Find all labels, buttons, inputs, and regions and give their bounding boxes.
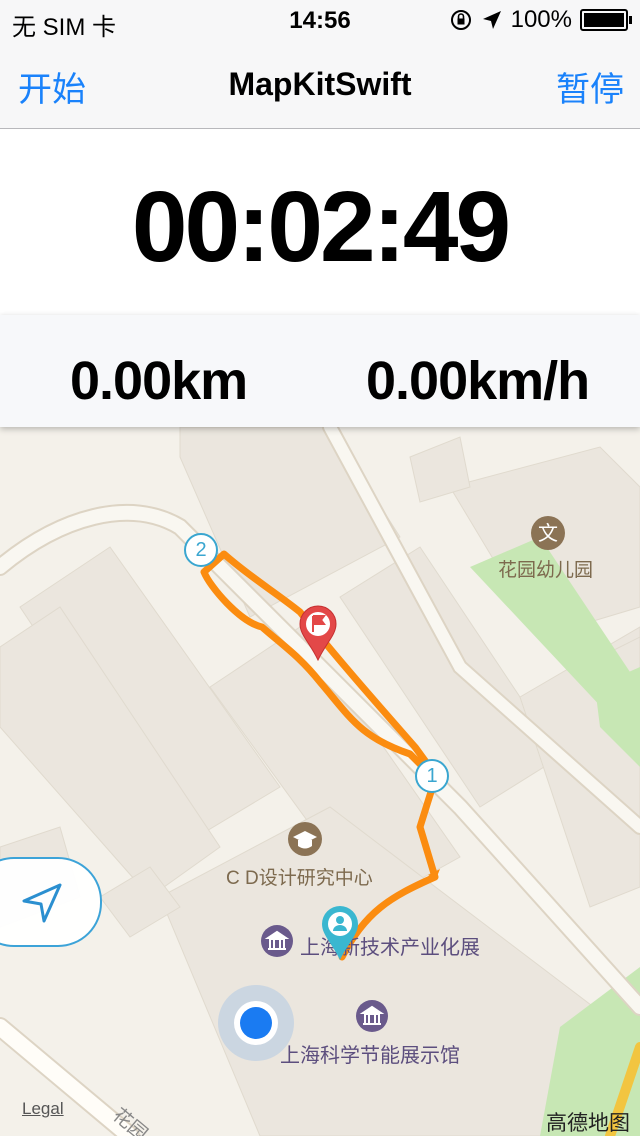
elapsed-timer: 00:02:49 [131,171,511,283]
location-arrow-icon [482,11,501,29]
page-title: MapKitSwift [228,66,412,102]
waypoint-1-icon[interactable]: 1 [415,759,449,793]
museum-icon [356,1000,388,1032]
speed-value: 0.00km/h [366,351,590,411]
navigation-arrow-icon [22,883,62,923]
graduation-cap-icon [288,822,322,856]
waypoint-2-icon[interactable]: 2 [184,533,218,567]
status-bar: 无 SIM 卡 14:56 100% [0,0,640,41]
navigation-bar: 开始 MapKitSwift 暂停 [0,40,640,129]
rotation-lock-icon [450,10,471,30]
locate-button[interactable] [0,857,102,947]
start-person-pin-icon[interactable] [320,905,360,961]
school-icon: 文 [531,516,565,550]
poi-label-design-center: C D设计研究中心 [226,868,373,889]
timer-panel: 00:02:49 [0,129,640,315]
poi-label-kindergarten: 花园幼儿园 [498,560,594,581]
map-brand-logo: 高德地图 [546,1112,630,1135]
pause-button[interactable]: 暂停 [556,62,624,111]
poi-label-energy-museum: 上海科学节能展示馆 [280,1045,460,1067]
current-location-dot [218,985,294,1061]
svg-text:文: 文 [538,521,558,545]
end-flag-pin-icon[interactable] [298,605,338,661]
battery-percent: 100% [510,6,572,33]
battery-icon [580,9,632,31]
distance-value: 0.00km [70,351,248,411]
map-view[interactable]: 文 花园幼儿园 C D设计研究中心 上海新技术产业化展 上海科学节能展示馆 花园… [0,427,640,1136]
stats-panel: 0.00km 0.00km/h [0,315,640,427]
status-right: 100% [449,6,632,34]
legal-link[interactable]: Legal [22,1099,64,1119]
museum-icon [261,925,293,957]
